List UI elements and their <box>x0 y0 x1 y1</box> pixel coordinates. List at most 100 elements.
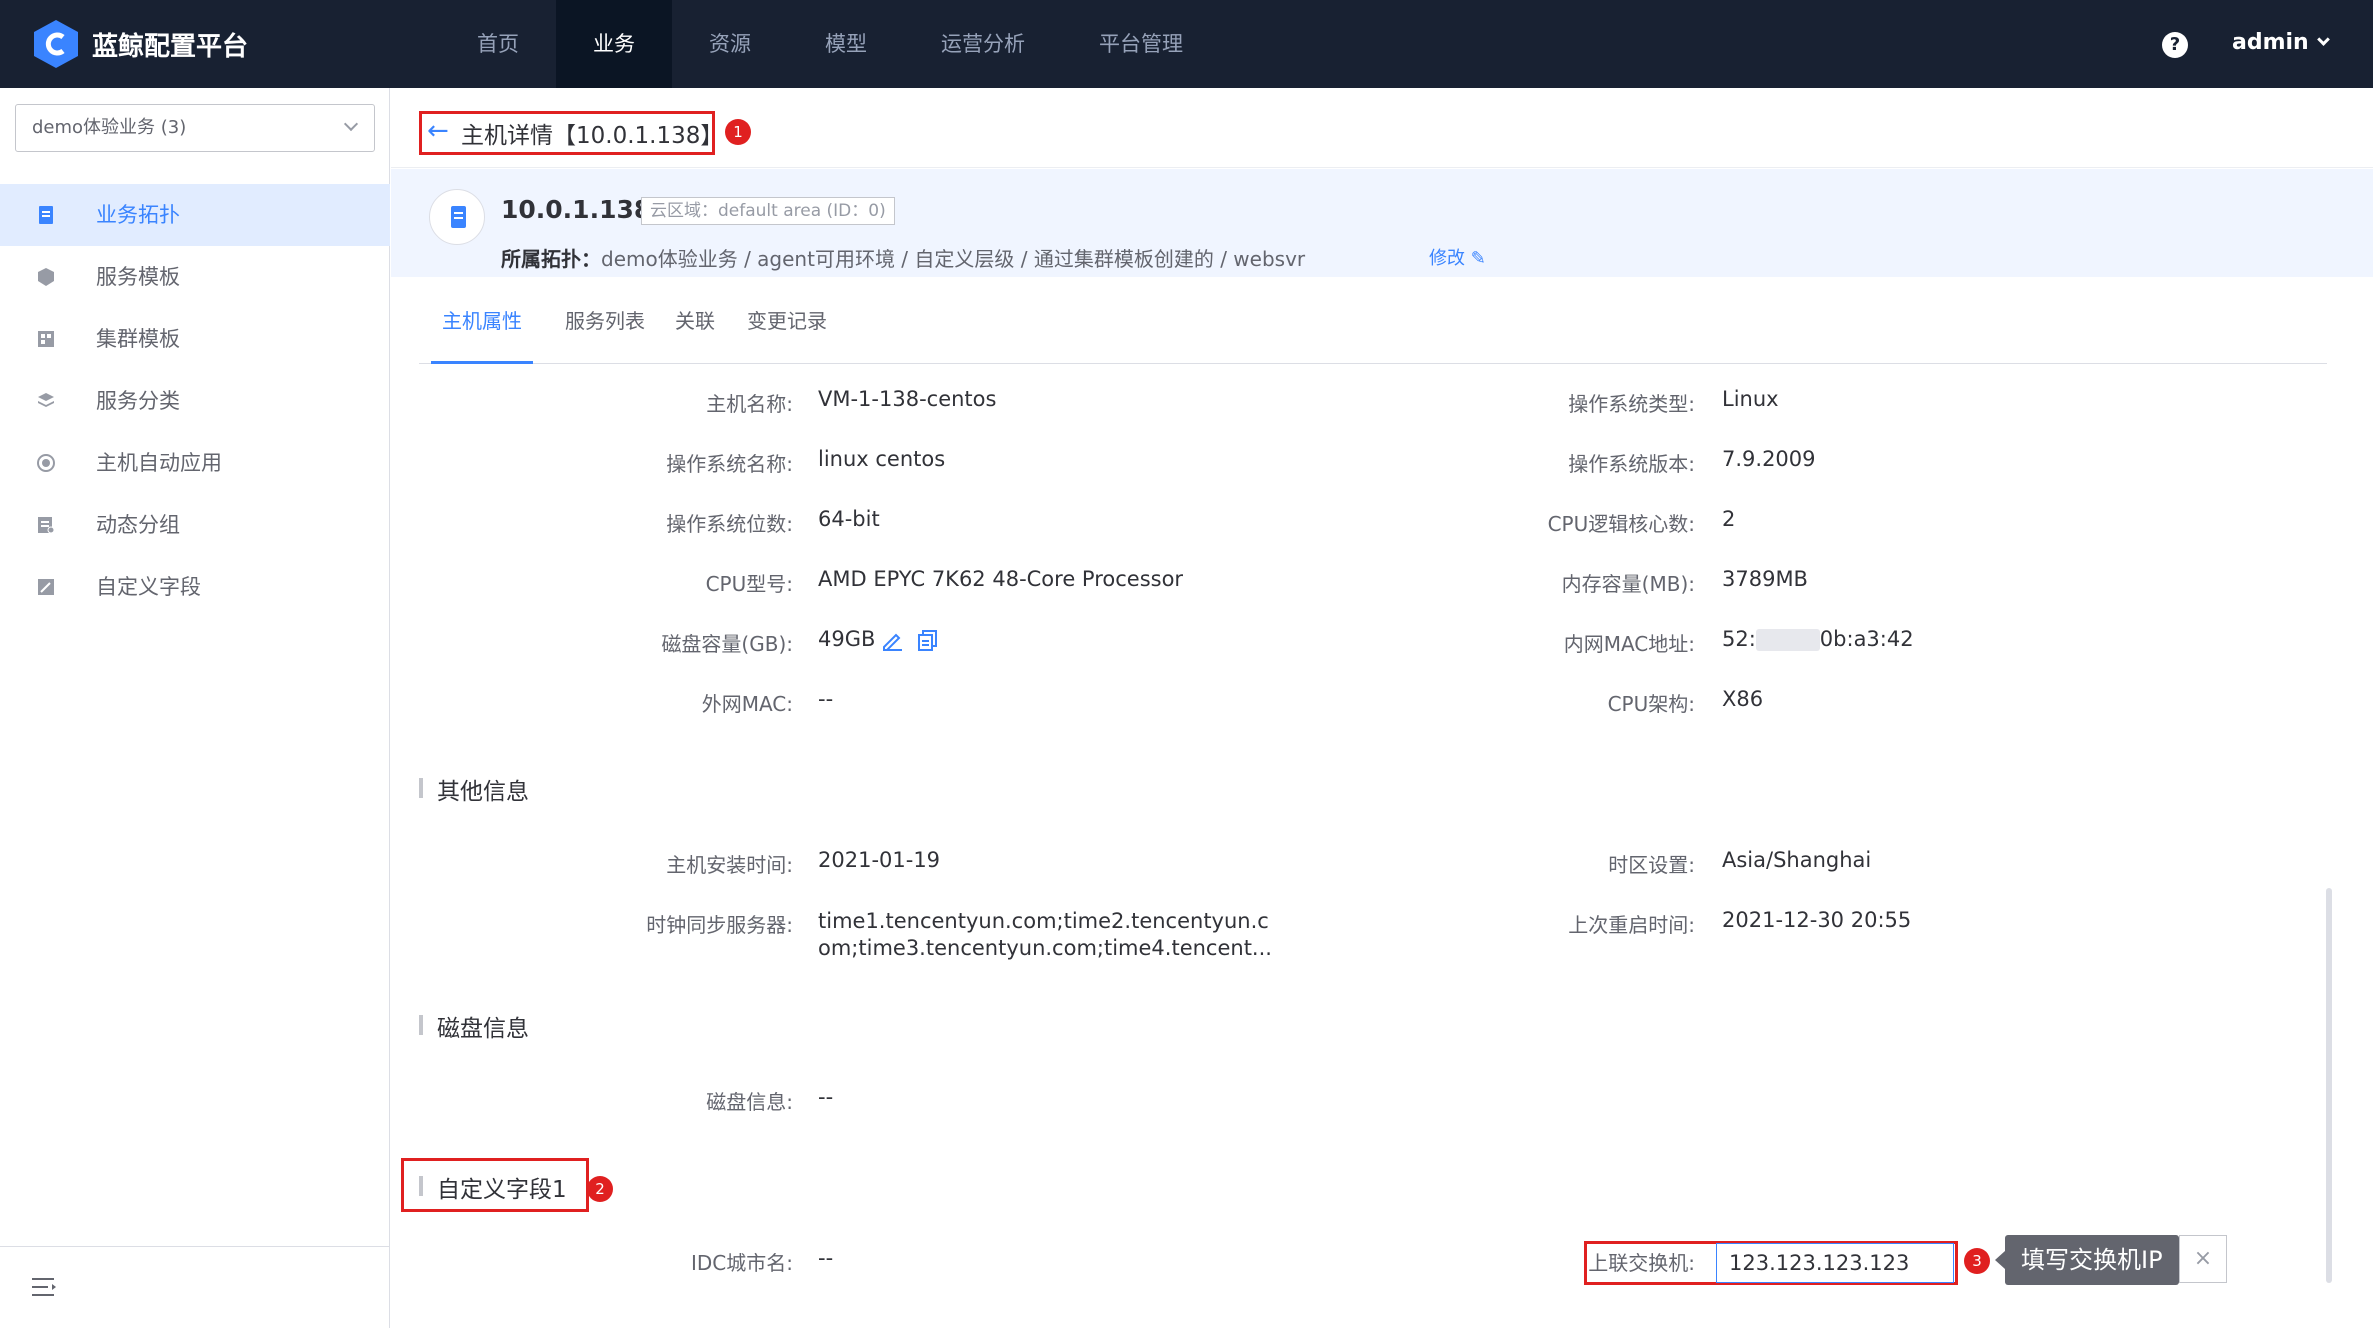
field-value: 2021-12-30 20:55 <box>1722 908 1912 932</box>
user-menu[interactable]: admin <box>2232 30 2330 55</box>
nav-platform[interactable]: 平台管理 <box>1062 0 1220 88</box>
sidebar-item-label: 业务拓扑 <box>96 203 180 227</box>
mac-address-value: 52: 0b:a3:42 <box>1722 627 1914 651</box>
target-icon <box>37 454 55 472</box>
field-value: 49GB <box>818 627 876 651</box>
ntp-servers-value: time1.tencentyun.com;time2.tencentyun.c … <box>818 908 1272 962</box>
nav-analysis[interactable]: 运营分析 <box>904 0 1062 88</box>
host-ip: 10.0.1.138 <box>501 195 652 224</box>
logo-icon[interactable] <box>34 20 78 68</box>
field-value: 2021-01-19 <box>818 848 941 872</box>
brand-name: 蓝鲸配置平台 <box>92 32 249 62</box>
field-label: 主机名称: <box>706 392 793 416</box>
field-label: 磁盘容量(GB): <box>661 632 793 656</box>
section-title-custom: 自定义字段1 <box>419 1170 567 1204</box>
sidebar-item-label: 服务分类 <box>96 389 180 413</box>
topology-icon <box>39 206 53 224</box>
step-badge-1: 1 <box>725 119 751 145</box>
sidebar-item-label: 自定义字段 <box>96 575 201 599</box>
sidebar-item-topology[interactable]: 业务拓扑 <box>0 184 390 246</box>
help-icon[interactable]: ? <box>2162 32 2188 58</box>
edit-label: 修改 <box>1429 248 1465 269</box>
chevron-down-icon <box>2316 33 2330 46</box>
field-value: AMD EPYC 7K62 48-Core Processor <box>818 567 1184 591</box>
main-nav: 首页 业务 资源 模型 运营分析 平台管理 <box>440 0 1220 88</box>
tab-host-attributes[interactable]: 主机属性 <box>431 278 533 364</box>
field-value: 2 <box>1722 507 1736 531</box>
field-label: 操作系统类型: <box>1568 392 1695 416</box>
field-label: 上联交换机: <box>1588 1251 1695 1275</box>
close-button[interactable]: × <box>2179 1235 2227 1283</box>
input-tooltip: 填写交换机IP <box>1995 1235 2179 1285</box>
edit-icon[interactable] <box>881 629 903 651</box>
scrollbar[interactable] <box>2326 888 2332 1283</box>
sidebar-item-label: 集群模板 <box>96 327 180 351</box>
nav-resource[interactable]: 资源 <box>672 0 788 88</box>
tab-relations[interactable]: 关联 <box>675 278 715 364</box>
layers-icon <box>38 393 54 407</box>
host-topology: 所属拓扑：demo体验业务 / agent可用环境 / 自定义层级 / 通过集群… <box>501 243 1305 272</box>
sidebar-item-label: 主机自动应用 <box>96 451 222 475</box>
section-title-disk: 磁盘信息 <box>419 1009 529 1043</box>
field-label: CPU架构: <box>1607 692 1695 716</box>
field-label: 主机安装时间: <box>666 853 793 877</box>
sidebar-item-service-category[interactable]: 服务分类 <box>0 370 390 432</box>
nav-model[interactable]: 模型 <box>788 0 904 88</box>
field-label: 操作系统位数: <box>666 512 793 536</box>
field-label: 时区设置: <box>1608 853 1695 877</box>
field-value: 64-bit <box>818 507 880 531</box>
field-value: X86 <box>1722 687 1764 711</box>
group-icon <box>38 517 55 534</box>
sidebar-item-dynamic-group[interactable]: 动态分组 <box>0 494 390 556</box>
field-value: 7.9.2009 <box>1722 447 1816 471</box>
sidebar-divider <box>0 1246 390 1247</box>
sidebar-item-service-template[interactable]: 服务模板 <box>0 246 390 308</box>
cluster-icon <box>38 331 54 347</box>
field-label: CPU型号: <box>705 572 793 596</box>
business-select[interactable]: demo体验业务 (3) <box>15 104 375 152</box>
field-label: 操作系统版本: <box>1568 452 1695 476</box>
field-value: VM-1-138-centos <box>818 387 997 411</box>
field-value: -- <box>818 687 834 711</box>
tab-change-log[interactable]: 变更记录 <box>747 278 827 364</box>
edit-topology-link[interactable]: 修改 ✎ <box>1429 244 1486 270</box>
switch-ip-input[interactable]: 123.123.123.123 <box>1716 1243 1954 1283</box>
field-value: Asia/Shanghai <box>1722 848 1872 872</box>
sidebar-item-label: 服务模板 <box>96 265 180 289</box>
page-title: 主机详情【10.0.1.138】 <box>461 123 724 149</box>
host-summary: 10.0.1.138 云区域：default area (ID：0) 所属拓扑：… <box>391 169 2373 277</box>
edit-square-icon <box>38 579 54 595</box>
sidebar-item-cluster-template[interactable]: 集群模板 <box>0 308 390 370</box>
field-value: linux centos <box>818 447 946 471</box>
menu-collapse-icon[interactable] <box>32 1276 58 1298</box>
cloud-area-tag: 云区域：default area (ID：0) <box>641 197 895 225</box>
pencil-icon: ✎ <box>1470 248 1486 269</box>
section-title-other: 其他信息 <box>419 772 529 806</box>
redacted-mask <box>1755 629 1820 651</box>
back-arrow-icon[interactable]: ← <box>427 116 449 146</box>
field-label: 内网MAC地址: <box>1563 632 1695 656</box>
copy-icon[interactable] <box>917 629 939 651</box>
host-icon <box>429 189 485 245</box>
sidebar-item-host-auto-apply[interactable]: 主机自动应用 <box>0 432 390 494</box>
chevron-down-icon <box>343 116 359 132</box>
sidebar-item-custom-field[interactable]: 自定义字段 <box>0 556 390 618</box>
username: admin <box>2232 30 2309 55</box>
business-select-value: demo体验业务 (3) <box>32 117 187 138</box>
ntp-line: om;time3.tencentyun.com;time4.tencent... <box>818 936 1272 960</box>
page-header: ← 主机详情【10.0.1.138】 1 <box>391 88 2373 168</box>
mac-suffix: 0b:a3:42 <box>1819 627 1914 651</box>
cube-icon <box>38 268 54 286</box>
ntp-line: time1.tencentyun.com;time2.tencentyun.c <box>818 909 1269 933</box>
tab-service-list[interactable]: 服务列表 <box>565 278 645 364</box>
nav-home[interactable]: 首页 <box>440 0 556 88</box>
field-value: -- <box>818 1246 834 1270</box>
step-badge-3: 3 <box>1964 1248 1990 1274</box>
topology-label: 所属拓扑： <box>501 247 601 271</box>
field-label: IDC城市名: <box>690 1251 793 1275</box>
field-label: 上次重启时间: <box>1568 913 1695 937</box>
main-content: ← 主机详情【10.0.1.138】 1 10.0.1.138 云区域：defa… <box>391 88 2373 1328</box>
field-value: -- <box>818 1085 834 1109</box>
nav-business[interactable]: 业务 <box>556 0 672 88</box>
topology-path: demo体验业务 / agent可用环境 / 自定义层级 / 通过集群模板创建的… <box>601 247 1306 271</box>
